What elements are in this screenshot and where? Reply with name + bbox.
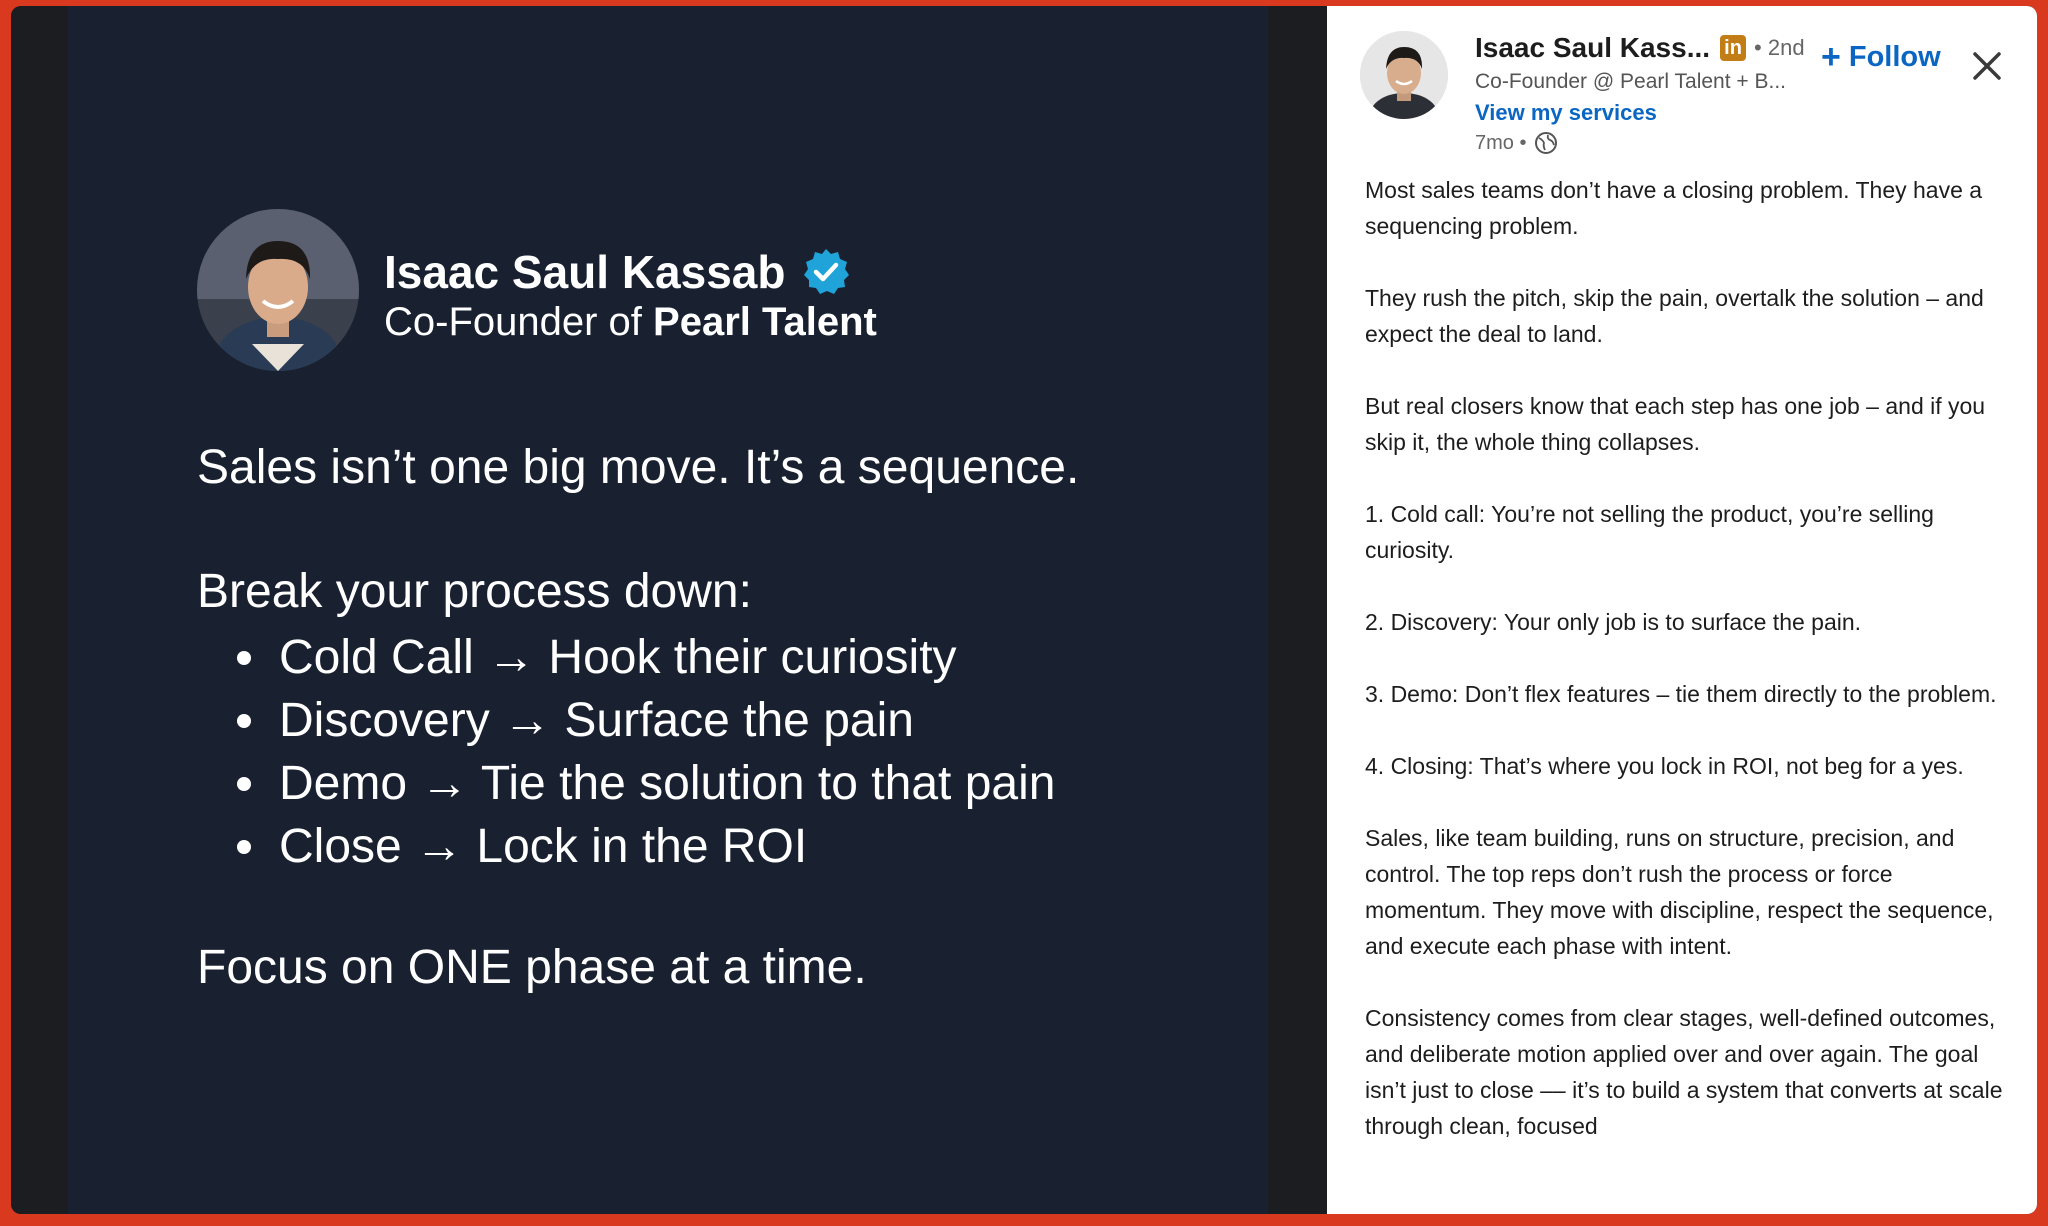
slide-focus-line: Focus on ONE phase at a time.: [197, 941, 867, 994]
author-headline: Co-Founder @ Pearl Talent + B...: [1475, 70, 1787, 93]
post-meta: 7mo •: [1475, 130, 1558, 156]
post-paragraph: 1. Cold call: You’re not selling the pro…: [1365, 501, 1934, 563]
slide-headline: Sales isn’t one big move. It’s a sequenc…: [197, 441, 1080, 494]
bullet-icon: [237, 840, 251, 854]
bullet-icon: [237, 651, 251, 665]
slide-step-text: Demo → Tie the solution to that pain: [279, 757, 1056, 810]
post-paragraph: Most sales teams don’t have a closing pr…: [1365, 177, 1983, 239]
connection-degree: • 2nd: [1754, 35, 1805, 60]
slide-step: Close → Lock in the ROI: [237, 815, 1055, 878]
slide-step-text: Discovery → Surface the pain: [279, 694, 914, 747]
bullet-icon: [237, 714, 251, 728]
post-paragraph: 4. Closing: That’s where you lock in ROI…: [1365, 753, 1964, 779]
post-details-pane: Isaac Saul Kass... in • 2nd + Follow Co-…: [1327, 6, 2037, 1214]
slide-step: Discovery → Surface the pain: [237, 689, 1055, 752]
slide-step-text: Close → Lock in the ROI: [279, 820, 808, 873]
post-paragraph: They rush the pitch, skip the pain, over…: [1365, 285, 1984, 347]
follow-label: Follow: [1848, 40, 1941, 73]
close-icon[interactable]: [1967, 46, 2007, 86]
view-services-link[interactable]: View my services: [1475, 100, 1657, 126]
slide-step: Cold Call → Hook their curiosity: [237, 626, 1055, 689]
slide-author-row: Isaac Saul Kassab: [384, 242, 851, 302]
post-paragraph: But real closers know that each step has…: [1365, 393, 1986, 455]
post-paragraph: 2. Discovery: Your only job is to surfac…: [1365, 609, 1862, 635]
verified-check-icon: [804, 249, 850, 294]
author-name-row: Isaac Saul Kass... in • 2nd: [1475, 30, 1805, 66]
slide-role-prefix: Co-Founder of: [384, 300, 642, 344]
post-paragraph: 3. Demo: Don’t flex features – tie them …: [1365, 681, 1997, 707]
globe-icon: [1535, 132, 1558, 154]
slide-steps-list: Cold Call → Hook their curiosity Discove…: [237, 626, 1055, 878]
post-paragraph: Sales, like team building, runs on struc…: [1365, 825, 1994, 959]
media-pane: Isaac Saul Kassab Co-Founder of Pearl Ta…: [11, 6, 1327, 1214]
post-viewer-modal: Isaac Saul Kassab Co-Founder of Pearl Ta…: [11, 6, 2037, 1214]
post-image: Isaac Saul Kassab Co-Founder of Pearl Ta…: [68, 6, 1268, 1214]
slide-step-text: Cold Call → Hook their curiosity: [279, 631, 957, 684]
author-name[interactable]: Isaac Saul Kass...: [1475, 32, 1710, 64]
author-avatar[interactable]: [1360, 31, 1448, 119]
linkedin-badge-icon: in: [1720, 35, 1747, 61]
plus-icon: +: [1821, 38, 1841, 76]
bullet-icon: [237, 777, 251, 791]
slide-author-role: Co-Founder of Pearl Talent: [384, 300, 877, 345]
slide-author-name: Isaac Saul Kassab: [384, 246, 786, 298]
slide-avatar: [197, 209, 359, 371]
post-paragraph: Consistency comes from clear stages, wel…: [1365, 1005, 2003, 1139]
slide-step: Demo → Tie the solution to that pain: [237, 752, 1055, 815]
slide-role-company: Pearl Talent: [653, 300, 877, 344]
follow-button[interactable]: + Follow: [1821, 40, 1941, 74]
slide-lead: Break your process down:: [197, 565, 752, 618]
post-age: 7mo •: [1475, 131, 1527, 154]
post-text: Most sales teams don’t have a closing pr…: [1365, 172, 2019, 1202]
